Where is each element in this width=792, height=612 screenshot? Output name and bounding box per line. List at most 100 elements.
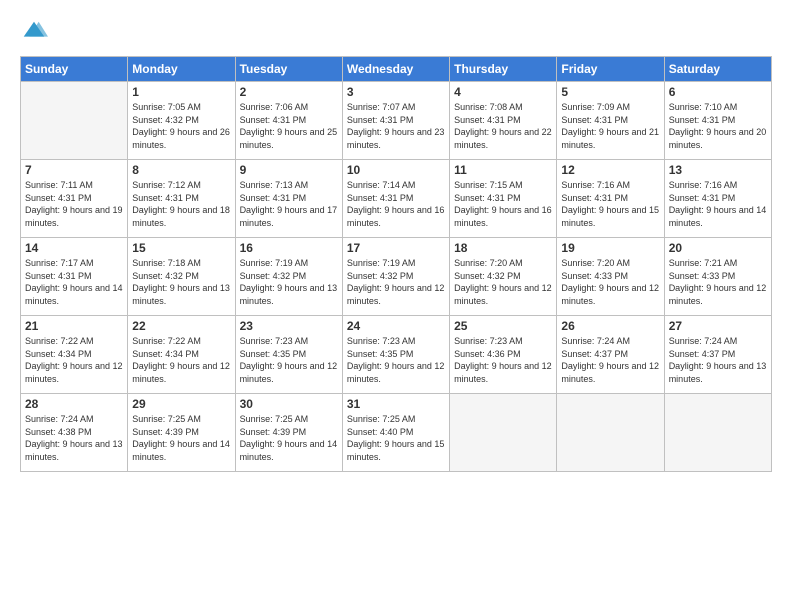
- day-number: 22: [132, 319, 230, 333]
- header: [20, 18, 772, 46]
- day-info: Sunrise: 7:24 AMSunset: 4:37 PMDaylight:…: [669, 335, 767, 385]
- day-cell: 4 Sunrise: 7:08 AMSunset: 4:31 PMDaylight…: [450, 82, 557, 160]
- day-number: 27: [669, 319, 767, 333]
- week-row-0: 1 Sunrise: 7:05 AMSunset: 4:32 PMDaylight…: [21, 82, 772, 160]
- day-info: Sunrise: 7:15 AMSunset: 4:31 PMDaylight:…: [454, 179, 552, 229]
- day-cell: [664, 394, 771, 472]
- day-info: Sunrise: 7:25 AMSunset: 4:39 PMDaylight:…: [132, 413, 230, 463]
- day-cell: 26 Sunrise: 7:24 AMSunset: 4:37 PMDayligh…: [557, 316, 664, 394]
- day-number: 15: [132, 241, 230, 255]
- week-row-2: 14Sunrise: 7:17 AMSunset: 4:31 PMDayligh…: [21, 238, 772, 316]
- week-row-4: 28 Sunrise: 7:24 AMSunset: 4:38 PMDayligh…: [21, 394, 772, 472]
- day-cell: [450, 394, 557, 472]
- day-cell: 6Sunrise: 7:10 AMSunset: 4:31 PMDaylight…: [664, 82, 771, 160]
- day-info: Sunrise: 7:23 AMSunset: 4:35 PMDaylight:…: [240, 335, 338, 385]
- header-row: SundayMondayTuesdayWednesdayThursdayFrid…: [21, 57, 772, 82]
- col-header-saturday: Saturday: [664, 57, 771, 82]
- day-number: 1: [132, 85, 230, 99]
- day-number: 31: [347, 397, 445, 411]
- day-number: 19: [561, 241, 659, 255]
- day-cell: 14Sunrise: 7:17 AMSunset: 4:31 PMDayligh…: [21, 238, 128, 316]
- day-number: 13: [669, 163, 767, 177]
- day-cell: 22Sunrise: 7:22 AMSunset: 4:34 PMDayligh…: [128, 316, 235, 394]
- day-cell: 16Sunrise: 7:19 AMSunset: 4:32 PMDayligh…: [235, 238, 342, 316]
- day-cell: 1 Sunrise: 7:05 AMSunset: 4:32 PMDaylight…: [128, 82, 235, 160]
- day-info: Sunrise: 7:18 AMSunset: 4:32 PMDaylight:…: [132, 257, 230, 307]
- day-cell: 29 Sunrise: 7:25 AMSunset: 4:39 PMDayligh…: [128, 394, 235, 472]
- day-cell: 12Sunrise: 7:16 AMSunset: 4:31 PMDayligh…: [557, 160, 664, 238]
- day-number: 26: [561, 319, 659, 333]
- day-cell: 31Sunrise: 7:25 AMSunset: 4:40 PMDayligh…: [342, 394, 449, 472]
- week-row-3: 21Sunrise: 7:22 AMSunset: 4:34 PMDayligh…: [21, 316, 772, 394]
- day-info: Sunrise: 7:22 AMSunset: 4:34 PMDaylight:…: [25, 335, 123, 385]
- day-number: 23: [240, 319, 338, 333]
- col-header-thursday: Thursday: [450, 57, 557, 82]
- day-number: 12: [561, 163, 659, 177]
- day-number: 28: [25, 397, 123, 411]
- day-number: 10: [347, 163, 445, 177]
- day-number: 9: [240, 163, 338, 177]
- day-info: Sunrise: 7:05 AMSunset: 4:32 PMDaylight:…: [132, 101, 230, 151]
- day-number: 25: [454, 319, 552, 333]
- day-cell: 18Sunrise: 7:20 AMSunset: 4:32 PMDayligh…: [450, 238, 557, 316]
- day-cell: 2 Sunrise: 7:06 AMSunset: 4:31 PMDaylight…: [235, 82, 342, 160]
- day-cell: 19Sunrise: 7:20 AMSunset: 4:33 PMDayligh…: [557, 238, 664, 316]
- day-cell: 20 Sunrise: 7:21 AMSunset: 4:33 PMDayligh…: [664, 238, 771, 316]
- day-number: 7: [25, 163, 123, 177]
- day-number: 11: [454, 163, 552, 177]
- day-info: Sunrise: 7:12 AMSunset: 4:31 PMDaylight:…: [132, 179, 230, 229]
- day-cell: 28 Sunrise: 7:24 AMSunset: 4:38 PMDayligh…: [21, 394, 128, 472]
- col-header-friday: Friday: [557, 57, 664, 82]
- day-cell: 23 Sunrise: 7:23 AMSunset: 4:35 PMDayligh…: [235, 316, 342, 394]
- day-info: Sunrise: 7:06 AMSunset: 4:31 PMDaylight:…: [240, 101, 338, 151]
- day-info: Sunrise: 7:21 AMSunset: 4:33 PMDaylight:…: [669, 257, 767, 307]
- day-info: Sunrise: 7:13 AMSunset: 4:31 PMDaylight:…: [240, 179, 338, 229]
- day-info: Sunrise: 7:08 AMSunset: 4:31 PMDaylight:…: [454, 101, 552, 151]
- day-number: 4: [454, 85, 552, 99]
- col-header-wednesday: Wednesday: [342, 57, 449, 82]
- day-info: Sunrise: 7:24 AMSunset: 4:38 PMDaylight:…: [25, 413, 123, 463]
- col-header-tuesday: Tuesday: [235, 57, 342, 82]
- day-info: Sunrise: 7:09 AMSunset: 4:31 PMDaylight:…: [561, 101, 659, 151]
- day-info: Sunrise: 7:14 AMSunset: 4:31 PMDaylight:…: [347, 179, 445, 229]
- day-cell: 9 Sunrise: 7:13 AMSunset: 4:31 PMDaylight…: [235, 160, 342, 238]
- day-cell: 11 Sunrise: 7:15 AMSunset: 4:31 PMDayligh…: [450, 160, 557, 238]
- week-row-1: 7Sunrise: 7:11 AMSunset: 4:31 PMDaylight…: [21, 160, 772, 238]
- day-cell: 17 Sunrise: 7:19 AMSunset: 4:32 PMDayligh…: [342, 238, 449, 316]
- day-info: Sunrise: 7:19 AMSunset: 4:32 PMDaylight:…: [347, 257, 445, 307]
- day-info: Sunrise: 7:17 AMSunset: 4:31 PMDaylight:…: [25, 257, 123, 307]
- day-info: Sunrise: 7:16 AMSunset: 4:31 PMDaylight:…: [669, 179, 767, 229]
- day-cell: 5 Sunrise: 7:09 AMSunset: 4:31 PMDaylight…: [557, 82, 664, 160]
- col-header-monday: Monday: [128, 57, 235, 82]
- day-cell: 7Sunrise: 7:11 AMSunset: 4:31 PMDaylight…: [21, 160, 128, 238]
- logo-icon: [20, 18, 48, 46]
- day-info: Sunrise: 7:07 AMSunset: 4:31 PMDaylight:…: [347, 101, 445, 151]
- day-cell: 25 Sunrise: 7:23 AMSunset: 4:36 PMDayligh…: [450, 316, 557, 394]
- day-number: 24: [347, 319, 445, 333]
- day-info: Sunrise: 7:23 AMSunset: 4:36 PMDaylight:…: [454, 335, 552, 385]
- day-info: Sunrise: 7:23 AMSunset: 4:35 PMDaylight:…: [347, 335, 445, 385]
- page: SundayMondayTuesdayWednesdayThursdayFrid…: [0, 0, 792, 612]
- day-number: 20: [669, 241, 767, 255]
- day-cell: 15 Sunrise: 7:18 AMSunset: 4:32 PMDayligh…: [128, 238, 235, 316]
- day-info: Sunrise: 7:25 AMSunset: 4:39 PMDaylight:…: [240, 413, 338, 463]
- day-cell: 10 Sunrise: 7:14 AMSunset: 4:31 PMDayligh…: [342, 160, 449, 238]
- day-number: 17: [347, 241, 445, 255]
- day-number: 5: [561, 85, 659, 99]
- calendar: SundayMondayTuesdayWednesdayThursdayFrid…: [20, 56, 772, 472]
- day-number: 6: [669, 85, 767, 99]
- day-number: 29: [132, 397, 230, 411]
- logo: [20, 18, 52, 46]
- day-info: Sunrise: 7:19 AMSunset: 4:32 PMDaylight:…: [240, 257, 338, 307]
- day-cell: [557, 394, 664, 472]
- day-cell: 30Sunrise: 7:25 AMSunset: 4:39 PMDayligh…: [235, 394, 342, 472]
- day-cell: 21Sunrise: 7:22 AMSunset: 4:34 PMDayligh…: [21, 316, 128, 394]
- day-cell: 8 Sunrise: 7:12 AMSunset: 4:31 PMDaylight…: [128, 160, 235, 238]
- day-cell: 13 Sunrise: 7:16 AMSunset: 4:31 PMDayligh…: [664, 160, 771, 238]
- day-number: 8: [132, 163, 230, 177]
- day-cell: [21, 82, 128, 160]
- day-number: 2: [240, 85, 338, 99]
- day-info: Sunrise: 7:20 AMSunset: 4:32 PMDaylight:…: [454, 257, 552, 307]
- col-header-sunday: Sunday: [21, 57, 128, 82]
- day-info: Sunrise: 7:24 AMSunset: 4:37 PMDaylight:…: [561, 335, 659, 385]
